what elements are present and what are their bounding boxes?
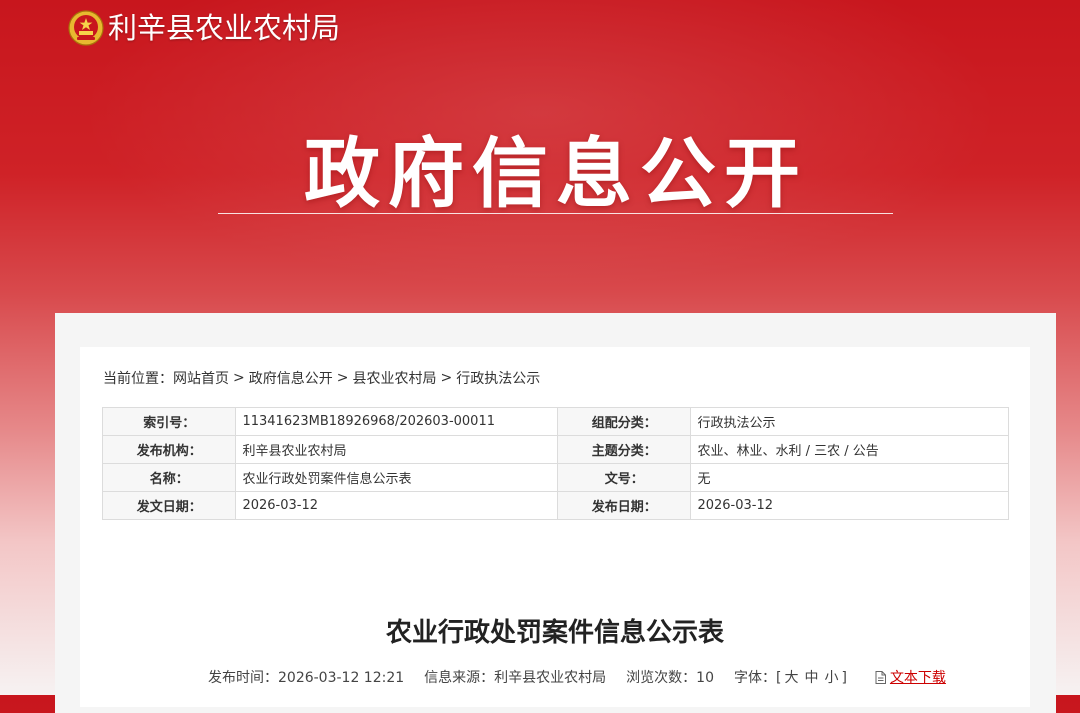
breadcrumb-separator: > <box>440 370 453 386</box>
table-row: 索引号： 11341623MB18926968/202603-00011 组配分… <box>101 407 1009 436</box>
table-row: 名称： 农业行政处罚案件信息公示表 文号： 无 <box>101 463 1009 492</box>
meta-value-index: 11341623MB18926968/202603-00011 <box>235 407 558 436</box>
banner-title: 政府信息公开 <box>304 129 808 218</box>
article-title: 农业行政处罚案件信息公示表 <box>385 618 724 648</box>
breadcrumb-item-enforcement[interactable]: 行政执法公示 <box>456 368 540 388</box>
meta-key-doc-number: 文号： <box>556 463 692 492</box>
font-size-small-button[interactable]: 小 <box>824 670 838 686</box>
font-size-label: 字体：[ <box>734 670 782 686</box>
font-size-bracket: ] <box>841 670 847 686</box>
banner-divider <box>218 213 893 214</box>
font-size-switcher: 字体：[大中小] <box>734 667 847 687</box>
font-size-medium-button[interactable]: 中 <box>804 670 818 686</box>
site-name: 利辛县农业农村局 <box>108 11 341 45</box>
meta-key-topic: 主题分类： <box>556 435 692 464</box>
table-row: 发布机构： 利辛县农业农村局 主题分类： 农业、林业、水利 / 三农 / 公告 <box>101 435 1009 464</box>
text-download-label: 文本下载 <box>889 670 946 686</box>
document-download-icon <box>875 670 886 684</box>
content-card <box>80 347 1030 707</box>
breadcrumb-item-agriculture-bureau[interactable]: 县农业农村局 <box>352 368 436 388</box>
meta-value-publisher: 利辛县农业农村局 <box>235 435 558 464</box>
national-emblem-icon <box>68 10 104 46</box>
font-size-large-button[interactable]: 大 <box>784 670 798 686</box>
meta-key-publisher: 发布机构： <box>101 435 237 464</box>
view-count-value: 10 <box>696 670 714 686</box>
meta-key-index: 索引号： <box>101 407 237 436</box>
article-info-bar: 发布时间：2026-03-12 12:21 信息来源：利辛县农业农村局 浏览次数… <box>208 667 946 687</box>
breadcrumb-separator: > <box>336 370 349 386</box>
view-count: 浏览次数：10 <box>626 667 714 687</box>
view-count-label: 浏览次数： <box>626 670 697 686</box>
meta-value-category: 行政执法公示 <box>690 407 1009 436</box>
meta-value-doc-number: 无 <box>690 463 1009 492</box>
text-download-link[interactable]: 文本下载 <box>875 667 946 687</box>
meta-key-name: 名称： <box>101 463 237 492</box>
meta-value-topic: 农业、林业、水利 / 三农 / 公告 <box>690 435 1009 464</box>
meta-value-publish-date: 2026-03-12 <box>690 491 1009 520</box>
meta-key-issue-date: 发文日期： <box>101 491 237 520</box>
breadcrumb-item-home[interactable]: 网站首页 <box>173 368 229 388</box>
meta-value-issue-date: 2026-03-12 <box>235 491 558 520</box>
table-row: 发文日期： 2026-03-12 发布日期： 2026-03-12 <box>101 491 1009 520</box>
site-logo[interactable]: 利辛县农业农村局 <box>68 8 340 48</box>
publish-time: 发布时间：2026-03-12 12:21 <box>208 670 405 686</box>
breadcrumb: 当前位置： 网站首页 > 政府信息公开 > 县农业农村局 > 行政执法公示 <box>103 368 540 388</box>
meta-key-category: 组配分类： <box>556 407 692 436</box>
document-meta-table: 索引号： 11341623MB18926968/202603-00011 组配分… <box>101 407 1009 520</box>
meta-key-publish-date: 发布日期： <box>556 491 692 520</box>
breadcrumb-separator: > <box>233 370 245 386</box>
breadcrumb-item-gov-info[interactable]: 政府信息公开 <box>249 368 333 388</box>
breadcrumb-prefix: 当前位置： <box>103 371 173 387</box>
meta-value-name: 农业行政处罚案件信息公示表 <box>235 463 558 492</box>
info-source: 信息来源：利辛县农业农村局 <box>424 670 607 686</box>
